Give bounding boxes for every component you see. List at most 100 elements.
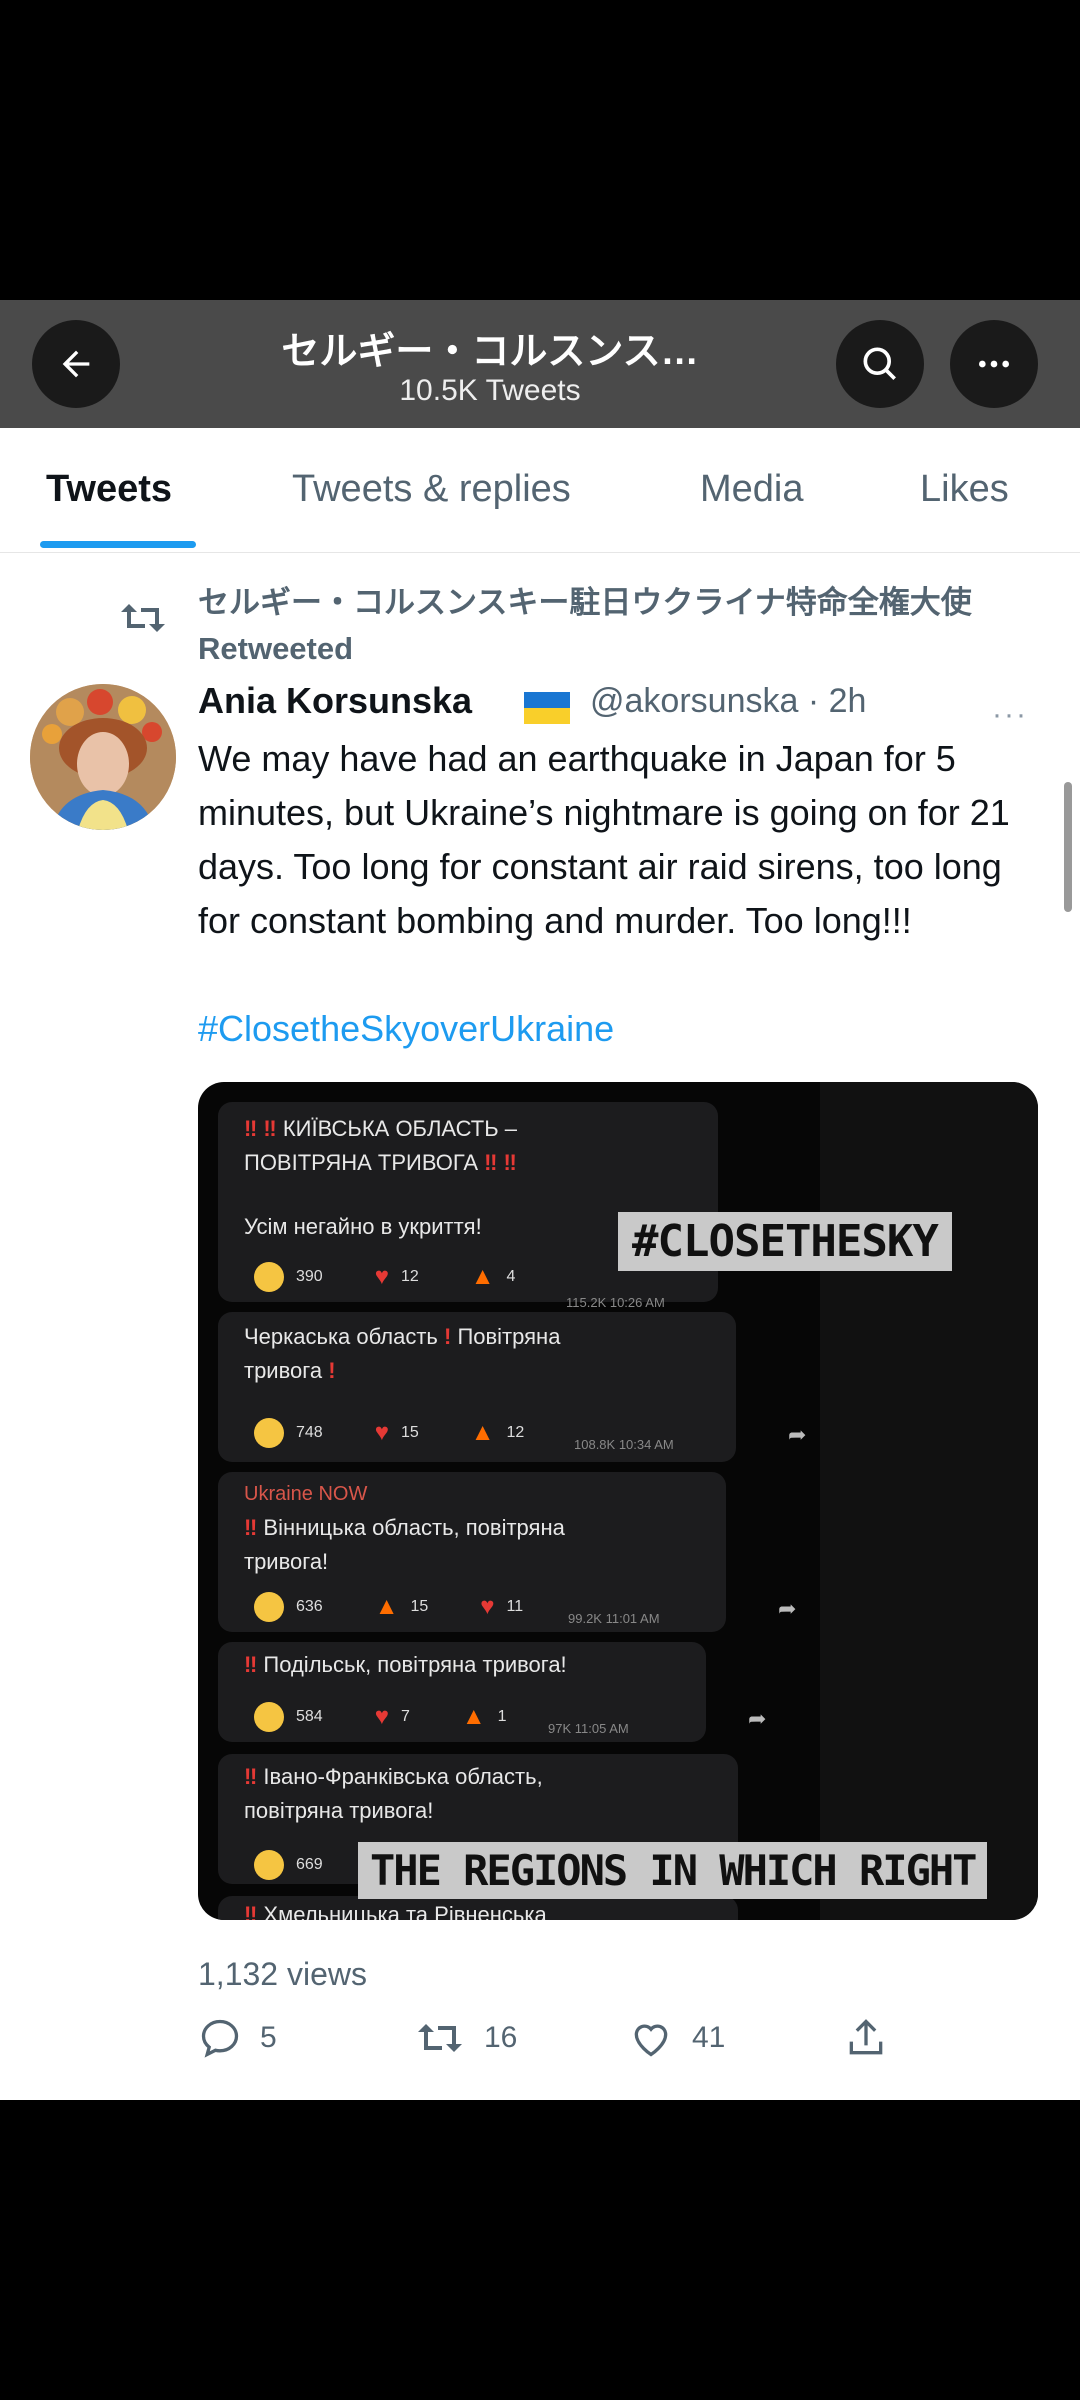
reaction-count: 12 <box>400 1268 419 1285</box>
reply-button[interactable]: 5 <box>198 2016 277 2060</box>
reaction-count: 4 <box>506 1268 516 1285</box>
tab-tweets-replies[interactable]: Tweets & replies <box>292 468 571 511</box>
reaction-count: 15 <box>400 1424 419 1441</box>
reaction-count: 12 <box>506 1424 525 1441</box>
alert-icon: ‼ <box>244 1902 264 1920</box>
heart-outline-icon <box>634 2024 668 2057</box>
message-line: Усім негайно в укриття! <box>244 1214 482 1239</box>
avatar-image <box>30 684 176 830</box>
back-button[interactable] <box>32 320 120 408</box>
message-line: Подільськ, повітряна тривога! <box>263 1652 567 1677</box>
message-line: тривога <box>244 1358 323 1383</box>
tweet-media-video[interactable]: ‼ ‼ КИЇВСЬКА ОБЛАСТЬ – ПОВІТРЯНА ТРИВОГА… <box>198 1082 1038 1920</box>
alert-icon: ‼ <box>244 1515 264 1540</box>
alert-icon: ! <box>328 1358 336 1383</box>
fire-icon: ▲ <box>470 1263 495 1290</box>
message-meta: 108.8K 10:34 AM <box>574 1437 674 1452</box>
crying-face-icon <box>254 1592 284 1622</box>
crying-face-icon <box>254 1702 284 1732</box>
avatar[interactable] <box>30 684 176 830</box>
heart-icon: ♥ <box>374 1419 389 1446</box>
arrow-left-icon <box>62 350 90 378</box>
reaction-count: 748 <box>296 1424 323 1441</box>
heart-icon: ♥ <box>374 1703 389 1730</box>
ukraine-flag-icon <box>524 692 570 724</box>
author-handle[interactable]: @akorsunska · 2h <box>590 682 866 721</box>
reaction-row: 748 ♥ 15 ▲ 12 <box>254 1416 524 1450</box>
reaction-count: 15 <box>410 1598 429 1615</box>
reaction-count: 636 <box>296 1598 323 1615</box>
message-bubble: ‼ Подільськ, повітряна тривога! 584 ♥ 7 ▲… <box>218 1642 766 1742</box>
message-line: тривога! <box>244 1549 329 1574</box>
author-name[interactable]: Ania Korsunska <box>198 680 472 722</box>
reaction-count: 7 <box>400 1708 410 1725</box>
retweet-count: 16 <box>484 2021 518 2054</box>
hashtag-link[interactable]: #ClosetheSkyoverUkraine <box>198 1008 614 1050</box>
reaction-row: 390 ♥ 12 ▲ 4 <box>254 1260 515 1294</box>
message-bubble: ‼ ‼ КИЇВСЬКА ОБЛАСТЬ – ПОВІТРЯНА ТРИВОГА… <box>218 1102 718 1310</box>
forward-icon: ➦ <box>778 1596 797 1621</box>
media-side-panel <box>820 1082 1038 1920</box>
message-line: Черкаська область <box>244 1324 438 1349</box>
tweet-actions: 5 16 41 <box>198 2016 1038 2072</box>
like-count: 41 <box>692 2021 726 2054</box>
reaction-count: 1 <box>497 1708 507 1725</box>
message-bubble: Черкаська область ! Повітряна тривога ! … <box>218 1312 806 1462</box>
message-line: Івано-Франківська область, <box>263 1764 543 1789</box>
tab-tweets[interactable]: Tweets <box>46 468 172 511</box>
more-button[interactable] <box>950 320 1038 408</box>
alert-icon: ‼ ‼ <box>244 1116 277 1141</box>
message-bubble: ‼ Хмельницька та Рівненська <box>218 1896 738 1920</box>
video-caption-bottom: THE REGIONS IN WHICH RIGHT <box>358 1842 988 1899</box>
reply-count: 5 <box>260 2021 277 2054</box>
heart-icon: ♥ <box>374 1263 389 1290</box>
message-line: ПОВІТРЯНА ТРИВОГА <box>244 1150 478 1175</box>
heart-icon: ♥ <box>480 1593 495 1620</box>
alert-icon: ‼ <box>244 1764 264 1789</box>
message-line: Вінницька область, повітряна <box>263 1515 565 1540</box>
video-caption-top: #CLOSETHESKY <box>618 1212 952 1271</box>
profile-tabs: Tweets Tweets & replies Media Likes <box>0 428 1080 553</box>
message-meta: 99.2K 11:01 AM <box>568 1611 660 1626</box>
reaction-row: 636 ▲ 15 ♥ 11 <box>254 1590 523 1624</box>
message-bubble: Ukraine NOW ‼ Вінницька область, повітря… <box>218 1472 796 1632</box>
retweeted-by-label: セルギー・コルスンスキー駐日ウクライナ特命全権大使 Retweeted <box>198 585 972 666</box>
scrollbar[interactable] <box>1064 782 1072 912</box>
alert-icon: ‼ ‼ <box>484 1150 517 1175</box>
retweet-icon <box>418 2024 462 2052</box>
view-count: 1,132 views <box>198 1956 367 1992</box>
reaction-count: 390 <box>296 1268 323 1285</box>
search-button[interactable] <box>836 320 924 408</box>
share-icon <box>849 2019 883 2055</box>
reaction-row: 584 ♥ 7 ▲ 1 <box>254 1700 507 1734</box>
alert-icon: ! <box>443 1324 458 1349</box>
reply-icon <box>201 2019 239 2058</box>
more-horizontal-icon <box>979 360 1009 368</box>
crying-face-icon <box>254 1262 284 1292</box>
fire-icon: ▲ <box>461 1703 486 1730</box>
reaction-count: 11 <box>506 1598 524 1615</box>
tab-likes[interactable]: Likes <box>920 468 1009 511</box>
share-button[interactable] <box>844 2016 888 2060</box>
like-button[interactable]: 41 <box>628 2016 725 2060</box>
profile-header: セルギー・コルスンス… 10.5K Tweets <box>0 300 1080 428</box>
tab-media[interactable]: Media <box>700 468 804 511</box>
message-line: Хмельницька та Рівненська <box>263 1902 547 1920</box>
screen-bottom-area <box>0 2100 1080 2400</box>
forward-icon: ➦ <box>788 1422 807 1447</box>
reaction-count: 584 <box>296 1708 323 1725</box>
message-line: Повітряна <box>457 1324 561 1349</box>
message-meta: 97K 11:05 AM <box>548 1721 629 1736</box>
crying-face-icon <box>254 1850 284 1880</box>
message-line: повітряна тривога! <box>244 1798 434 1823</box>
tweet-more-icon[interactable]: ··· <box>992 698 1028 732</box>
active-tab-indicator <box>40 541 196 548</box>
retweet-icon <box>121 604 165 632</box>
tweet-count: 10.5K Tweets <box>399 374 581 407</box>
retweet-button[interactable]: 16 <box>414 2016 517 2060</box>
search-icon <box>863 347 896 380</box>
timeline: Tweets Tweets & replies Media Likes セルギー… <box>0 428 1080 2100</box>
crying-face-icon <box>254 1418 284 1448</box>
message-line: КИЇВСЬКА ОБЛАСТЬ – <box>282 1116 517 1141</box>
fire-icon: ▲ <box>374 1593 399 1620</box>
